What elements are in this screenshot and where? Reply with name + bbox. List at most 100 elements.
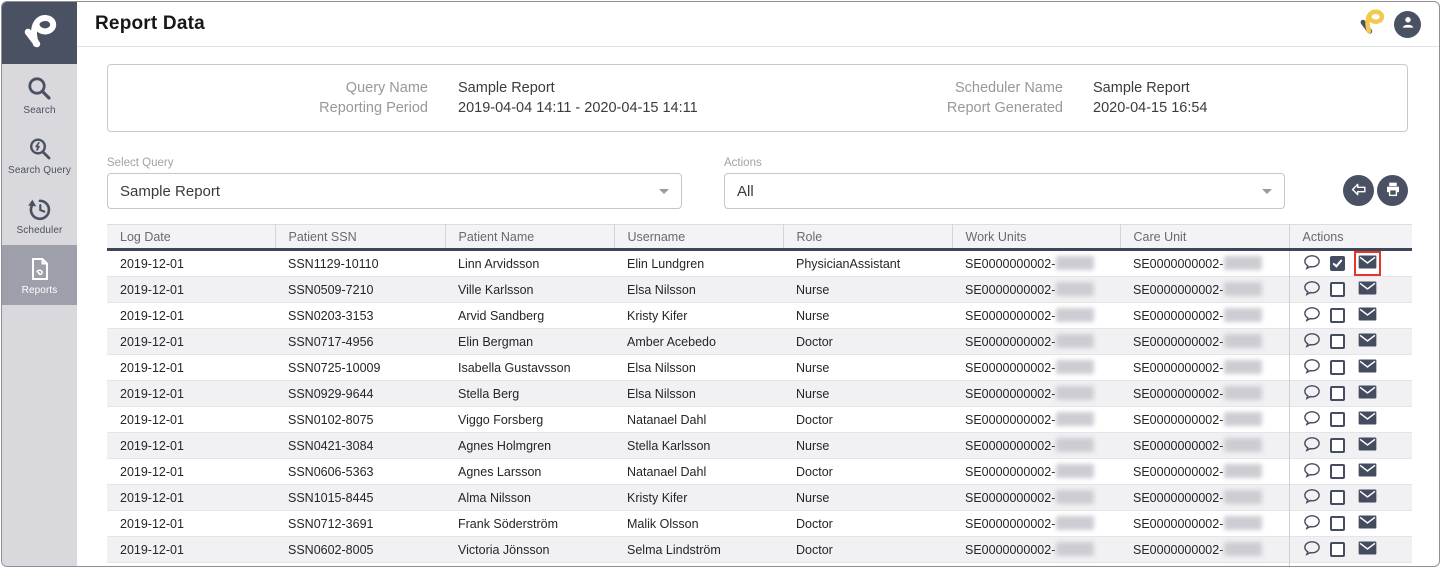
row-checkbox[interactable]: [1330, 334, 1345, 349]
cell-username: Selma Lindström: [614, 537, 783, 563]
user-avatar-button[interactable]: [1394, 11, 1421, 38]
sidebar-item-search-query[interactable]: Search Query: [2, 125, 77, 185]
row-checkbox[interactable]: [1330, 542, 1345, 557]
back-arrow-icon: [1349, 180, 1368, 202]
report-generated-label: Report Generated: [888, 100, 1063, 116]
sidebar-item-search[interactable]: Search: [2, 64, 77, 125]
cell-actions: [1289, 250, 1412, 277]
cell-patient-name: Isabella Gustavsson: [445, 355, 614, 381]
cell-username: Elsa Nilsson: [614, 355, 783, 381]
comment-button[interactable]: [1303, 462, 1321, 481]
table-row: 2019-12-01 SSN0725-10009 Isabella Gustav…: [107, 355, 1412, 381]
comment-button[interactable]: [1303, 410, 1321, 429]
comment-button[interactable]: [1303, 358, 1321, 377]
cell-role: Nurse: [783, 485, 952, 511]
speech-bubble-icon: [1303, 566, 1321, 567]
mail-button[interactable]: [1358, 411, 1377, 428]
comment-button[interactable]: [1303, 332, 1321, 351]
row-checkbox[interactable]: [1330, 256, 1345, 271]
cell-log-date: 2019-12-01: [107, 277, 275, 303]
cell-role: Nurse: [783, 381, 952, 407]
reporting-period-label: Reporting Period: [108, 100, 428, 116]
cell-care-unit: SE0000000002-: [1120, 250, 1289, 277]
comment-button[interactable]: [1303, 514, 1321, 533]
cell-patient-name: Ville Karlsson: [445, 277, 614, 303]
sidebar-item-label: Scheduler: [17, 225, 63, 236]
mail-highlight-box: [1354, 485, 1381, 510]
actions-dropdown[interactable]: All: [724, 173, 1285, 209]
mail-button[interactable]: [1358, 541, 1377, 558]
report-summary-panel: Query Name Sample Report Scheduler Name …: [107, 64, 1408, 132]
cell-log-date: 2019-12-01: [107, 459, 275, 485]
cell-actions: [1289, 303, 1412, 329]
cell-username: Sarah Berg: [614, 563, 783, 568]
mail-button[interactable]: [1358, 437, 1377, 454]
query-name-label: Query Name: [108, 80, 428, 96]
sidebar-item-scheduler[interactable]: Scheduler: [2, 185, 77, 245]
envelope-icon: [1358, 333, 1377, 350]
cell-log-date: 2019-12-01: [107, 381, 275, 407]
comment-button[interactable]: [1303, 566, 1321, 567]
cell-log-date: 2019-12-01: [107, 355, 275, 381]
mail-button[interactable]: [1358, 515, 1377, 532]
cell-log-date: 2019-12-01: [107, 485, 275, 511]
speech-bubble-icon: [1303, 410, 1321, 429]
cell-username: Stella Karlsson: [614, 433, 783, 459]
mail-button[interactable]: [1358, 359, 1377, 376]
speech-bubble-icon: [1303, 306, 1321, 325]
cell-actions: [1289, 355, 1412, 381]
cell-role: Doctor: [783, 329, 952, 355]
redacted-value: [1224, 490, 1262, 504]
back-button[interactable]: [1343, 175, 1374, 206]
cell-role: Doctor: [783, 459, 952, 485]
row-checkbox[interactable]: [1330, 308, 1345, 323]
comment-button[interactable]: [1303, 436, 1321, 455]
envelope-icon: [1358, 385, 1377, 402]
print-button[interactable]: [1377, 175, 1408, 206]
cell-role: Nurse: [783, 303, 952, 329]
mail-button[interactable]: [1358, 255, 1377, 272]
table-row: 2019-12-01 SSN0421-3084 Agnes Holmgren S…: [107, 433, 1412, 459]
row-checkbox[interactable]: [1330, 464, 1345, 479]
row-checkbox[interactable]: [1330, 490, 1345, 505]
mail-button[interactable]: [1358, 281, 1377, 298]
brand-logo[interactable]: [2, 2, 77, 64]
row-checkbox[interactable]: [1330, 360, 1345, 375]
mail-button[interactable]: [1358, 385, 1377, 402]
comment-button[interactable]: [1303, 540, 1321, 559]
mail-button[interactable]: [1358, 333, 1377, 350]
comment-button[interactable]: [1303, 384, 1321, 403]
sidebar-item-reports[interactable]: Reports: [2, 245, 77, 305]
row-checkbox[interactable]: [1330, 438, 1345, 453]
comment-button[interactable]: [1303, 488, 1321, 507]
cell-patient-name: Elin Bergman: [445, 329, 614, 355]
cell-log-date: 2019-12-01: [107, 329, 275, 355]
redacted-value: [1056, 334, 1094, 348]
envelope-icon: [1358, 255, 1377, 272]
report-data-screen: Search Search Query: [1, 1, 1440, 567]
cell-username: Elsa Nilsson: [614, 381, 783, 407]
mail-button[interactable]: [1358, 307, 1377, 324]
table-row: 2019-12-01 SSN0102-8075 Viggo Forsberg N…: [107, 407, 1412, 433]
row-checkbox[interactable]: [1330, 516, 1345, 531]
cell-patient-name: Viggo Forsberg: [445, 407, 614, 433]
scheduler-name-label: Scheduler Name: [888, 80, 1063, 96]
speech-bubble-icon: [1303, 280, 1321, 299]
envelope-icon: [1358, 541, 1377, 558]
mail-highlight-box: [1354, 355, 1381, 380]
select-query-dropdown[interactable]: Sample Report: [107, 173, 682, 209]
cell-patient-name: Victoria Jönsson: [445, 537, 614, 563]
mail-highlight-box: [1354, 563, 1381, 567]
comment-button[interactable]: [1303, 254, 1321, 273]
envelope-icon: [1358, 281, 1377, 298]
mail-button[interactable]: [1358, 489, 1377, 506]
row-checkbox[interactable]: [1330, 282, 1345, 297]
comment-button[interactable]: [1303, 306, 1321, 325]
comment-button[interactable]: [1303, 280, 1321, 299]
mail-highlight-box: [1354, 433, 1381, 458]
row-checkbox[interactable]: [1330, 412, 1345, 427]
row-checkbox[interactable]: [1330, 386, 1345, 401]
mail-button[interactable]: [1358, 463, 1377, 480]
search-query-icon: [27, 136, 53, 162]
table-row: 2019-12-01 SSN0314-7977 Tilda Nyström Sa…: [107, 563, 1412, 568]
